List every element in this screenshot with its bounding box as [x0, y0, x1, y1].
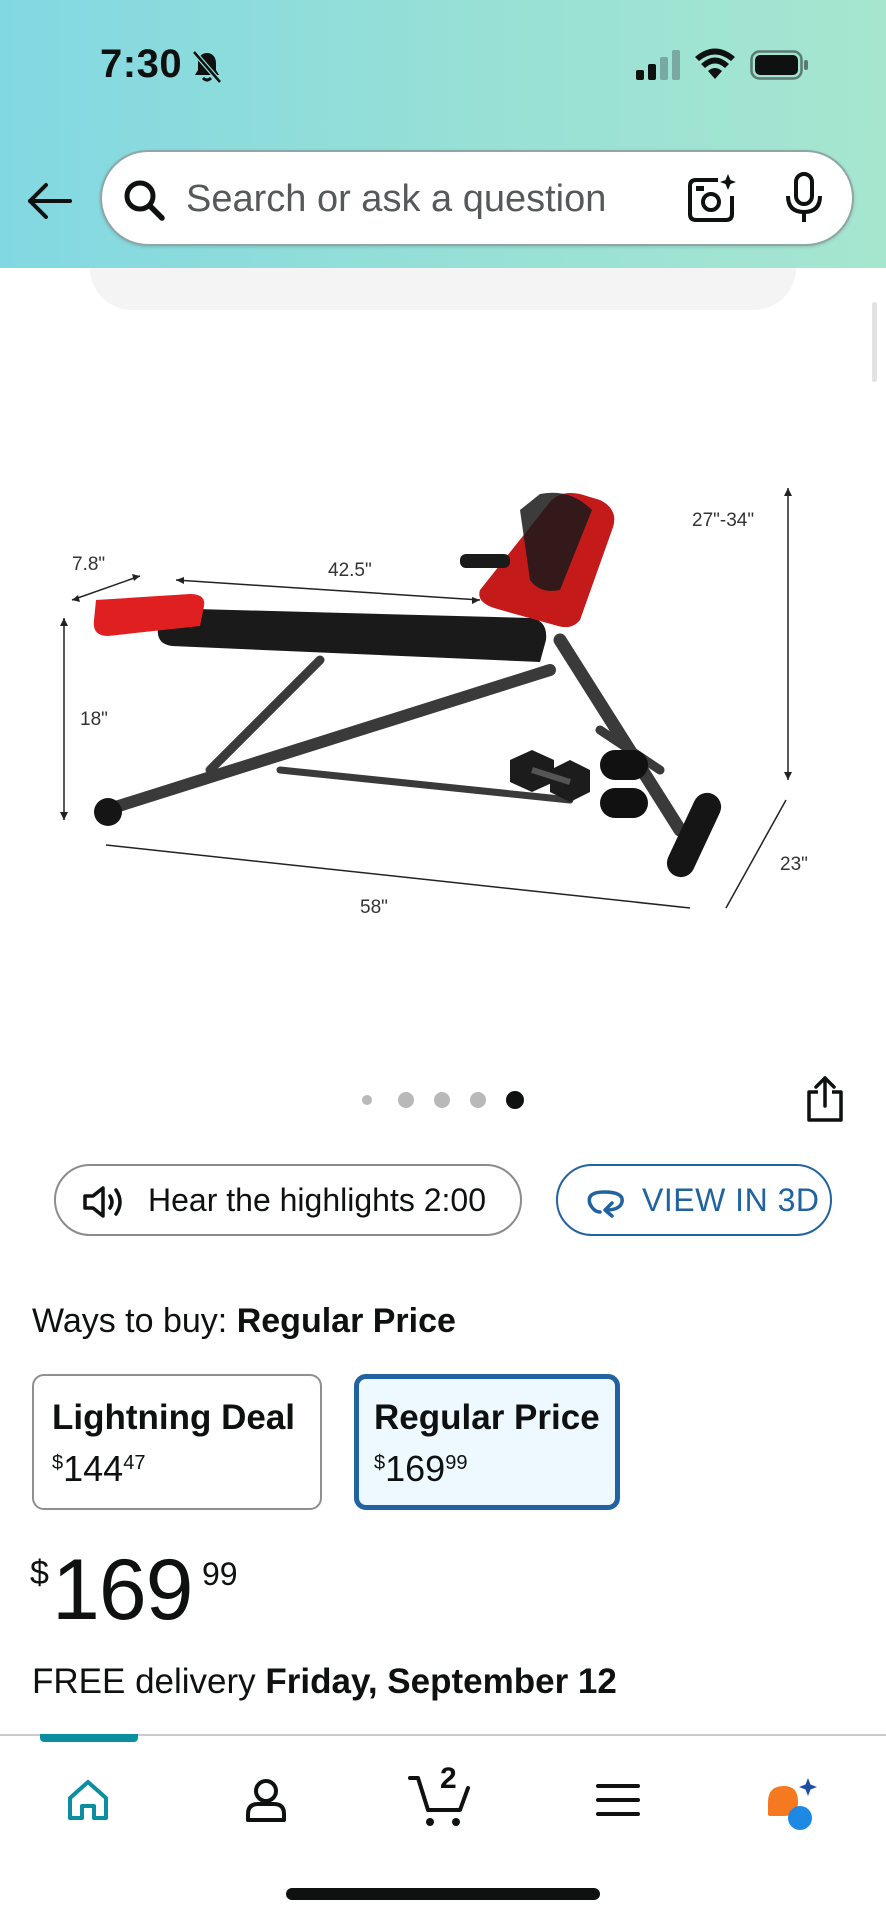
speaker-icon [83, 1186, 122, 1218]
tab-account[interactable] [218, 1764, 314, 1844]
search-bar[interactable] [100, 150, 854, 246]
share-icon[interactable] [804, 1074, 846, 1124]
delivery-info: FREE delivery Friday, September 12 [32, 1662, 617, 1702]
tab-home[interactable] [40, 1764, 136, 1844]
menu-icon [596, 1784, 640, 1816]
dim-seat-height: 18" [80, 709, 108, 730]
carousel-dot-5-active[interactable] [506, 1091, 524, 1109]
active-tab-indicator [40, 1734, 138, 1742]
option-regular-price-selected[interactable]: Regular Price $16999 [354, 1374, 620, 1510]
back-arrow-icon[interactable] [24, 176, 74, 226]
ways-to-buy-heading: Ways to buy: Regular Price [32, 1302, 456, 1341]
dim-backrest-height: 27"-34" [692, 510, 754, 531]
option-title: Lightning Deal [52, 1398, 296, 1437]
cart-count-badge: 2 [440, 1762, 457, 1795]
rufus-assistant-icon [768, 1778, 817, 1830]
dim-total-length: 58" [360, 897, 388, 918]
option-price: $14447 [52, 1448, 146, 1489]
wifi-icon [695, 48, 735, 79]
header: 7:30 [0, 0, 886, 268]
view-in-3d-button[interactable]: VIEW IN 3D [556, 1164, 832, 1236]
option-title: Regular Price [374, 1398, 600, 1437]
carousel-dot-3[interactable] [434, 1092, 450, 1108]
carousel-dot-4[interactable] [470, 1092, 486, 1108]
carousel-dot-2[interactable] [398, 1092, 414, 1108]
delivery-date: Friday, September 12 [265, 1662, 617, 1701]
hear-highlights-label: Hear the highlights 2:00 [148, 1182, 486, 1218]
scroll-indicator [872, 302, 877, 382]
microphone-icon[interactable] [782, 172, 826, 224]
product-image-weight-bench[interactable]: 7.8" 42.5" 27"-34" 18" 58" 23" [40, 470, 850, 940]
bell-muted-icon [192, 50, 222, 84]
camera-lens-icon[interactable] [686, 172, 738, 224]
view-in-3d-label: VIEW IN 3D [642, 1182, 820, 1218]
dim-width: 23" [780, 854, 808, 875]
home-indicator [286, 1888, 600, 1900]
rotate-3d-icon [587, 1190, 624, 1218]
hear-highlights-button[interactable]: Hear the highlights 2:00 [54, 1164, 522, 1236]
option-lightning-deal[interactable]: Lightning Deal $14447 [32, 1374, 322, 1510]
carousel-dot-1[interactable] [362, 1095, 372, 1105]
delivery-prefix: FREE delivery [32, 1662, 256, 1701]
search-icon [124, 180, 165, 221]
person-icon [246, 1779, 286, 1822]
price-whole: 169 [52, 1542, 193, 1638]
dim-seat-length: 42.5" [328, 560, 372, 581]
cellular-signal-icon [636, 50, 680, 80]
home-icon [68, 1780, 108, 1820]
image-backdrop [90, 268, 796, 310]
price-fraction: 99 [202, 1556, 238, 1592]
ways-to-buy-label: Ways to buy: [32, 1302, 228, 1340]
dim-depth-pad: 7.8" [72, 554, 105, 575]
ways-to-buy-selected: Regular Price [236, 1302, 456, 1340]
battery-icon [750, 50, 808, 80]
status-time: 7:30 [100, 42, 183, 86]
option-price: $16999 [374, 1448, 468, 1489]
tab-menu[interactable] [570, 1764, 666, 1844]
tab-rufus-assistant[interactable] [740, 1764, 836, 1844]
search-input[interactable] [184, 152, 648, 246]
price-currency: $ [30, 1554, 49, 1592]
